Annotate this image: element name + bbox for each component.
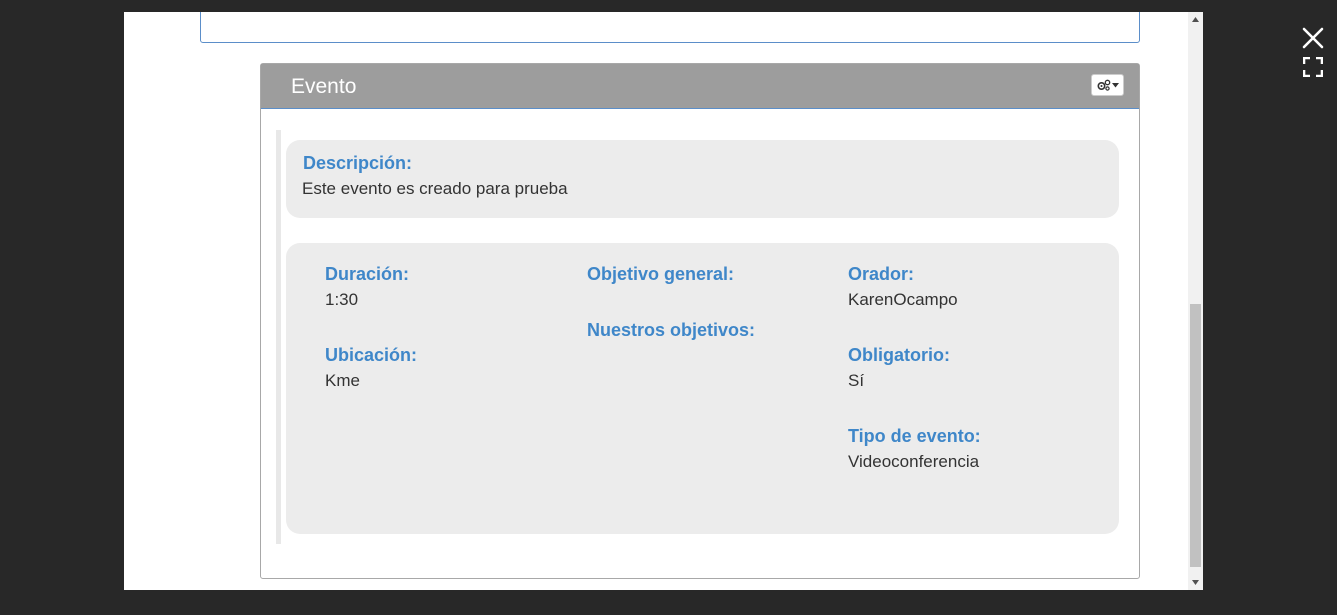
speaker-label: Orador: — [848, 264, 915, 284]
gears-icon — [1096, 79, 1110, 91]
location-label: Ubicación: — [325, 345, 418, 365]
duration-value: 1:30 — [325, 290, 359, 309]
description-card: Descripción: Este evento es creado para … — [286, 140, 1119, 218]
scroll-up-button[interactable] — [1188, 12, 1203, 27]
close-button[interactable] — [1301, 26, 1325, 50]
panel-header: Evento — [261, 64, 1139, 109]
event-type-label: Tipo de evento: — [848, 426, 981, 446]
fullscreen-button[interactable] — [1302, 56, 1324, 78]
settings-dropdown-button[interactable] — [1091, 74, 1124, 96]
vertical-scrollbar[interactable] — [1188, 12, 1203, 590]
arrow-up-icon — [1192, 17, 1199, 22]
event-type-value: Videoconferencia — [848, 452, 980, 471]
description-value: Este evento es creado para prueba — [302, 179, 568, 198]
duration-label: Duración: — [325, 264, 410, 284]
mandatory-value: Sí — [848, 371, 865, 390]
speaker-value: KarenOcampo — [848, 290, 958, 309]
location-value: Kme — [325, 371, 360, 390]
scrollbar-thumb[interactable] — [1190, 304, 1201, 567]
arrow-down-icon — [1192, 580, 1199, 585]
mandatory-label: Obligatorio: — [848, 345, 950, 365]
blockquote-rule — [276, 130, 281, 544]
event-panel: Evento Descripción: Este evento es cread… — [260, 63, 1140, 579]
details-card: Duración: 1:30 Ubicación: Kme Objetivo g… — [286, 243, 1119, 534]
content-viewport[interactable]: Evento Descripción: Este evento es cread… — [124, 12, 1203, 590]
general-objective-label: Objetivo general: — [587, 264, 735, 284]
caret-down-icon — [1111, 82, 1119, 87]
close-icon — [1302, 27, 1324, 49]
description-label: Descripción: — [303, 153, 413, 173]
previous-panel — [200, 12, 1140, 43]
our-objectives-label: Nuestros objetivos: — [587, 320, 756, 340]
panel-title: Evento — [291, 75, 357, 98]
fullscreen-icon — [1302, 56, 1324, 78]
scroll-down-button[interactable] — [1188, 575, 1203, 590]
